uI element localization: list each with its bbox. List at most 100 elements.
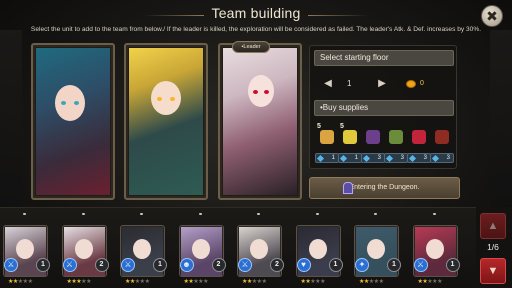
star-empty-icon: ★ — [203, 279, 208, 285]
sword-icon: ⚔ — [4, 258, 18, 272]
supply-price: 3 — [361, 153, 385, 163]
unit-level-badge: 2 — [94, 258, 109, 272]
supply-item-herb[interactable] — [386, 125, 404, 147]
sword-icon: ⚔ — [121, 258, 135, 272]
unit-level-badge: 2 — [270, 258, 284, 272]
page-title: Team building — [211, 5, 301, 21]
unit-face — [16, 239, 34, 259]
gem-icon — [316, 154, 325, 162]
floor-prev-arrow[interactable]: ◀ — [322, 78, 334, 92]
character-art — [129, 48, 203, 195]
bread-icon — [320, 130, 334, 144]
supply-price-value: 3 — [423, 155, 427, 161]
supply-price-value: 1 — [331, 155, 335, 161]
corn-icon — [343, 130, 357, 144]
team-slot-leader[interactable] — [218, 43, 302, 200]
floor-cost: 0 — [420, 80, 424, 87]
unit-star-rating: ★★★★★ — [359, 278, 384, 285]
supply-price-value: 1 — [354, 155, 358, 161]
gem-icon — [385, 154, 394, 162]
page-indicator: 1/6 — [487, 242, 499, 252]
unit-star-rating: ★★★★★ — [125, 278, 150, 285]
character-eye — [74, 101, 79, 105]
supply-item-corn[interactable]: 5 — [340, 123, 358, 147]
floor-selector: ◀ 1 ▶ 0 — [314, 76, 454, 94]
unit-face — [74, 239, 93, 259]
star-empty-icon: ★ — [27, 279, 33, 285]
page-down-button[interactable]: ▼ — [480, 258, 506, 284]
enter-dungeon-button[interactable]: Entering the Dungeon. — [309, 177, 460, 199]
coin-icon — [406, 80, 416, 88]
meat-icon — [435, 130, 449, 144]
close-button[interactable]: ✖ — [481, 5, 503, 27]
supply-item-grapes[interactable] — [363, 125, 381, 147]
unit-level-badge: 1 — [36, 258, 50, 272]
unit-face — [425, 239, 444, 259]
star-empty-icon: ★ — [320, 279, 325, 285]
character-eye — [157, 97, 162, 101]
star-empty-icon: ★ — [261, 279, 267, 285]
character-eye — [61, 101, 66, 105]
gem-icon — [362, 154, 371, 162]
potion-icon — [412, 130, 426, 144]
sword-icon: ⚔ — [62, 258, 77, 272]
team-slot-2[interactable] — [124, 43, 208, 200]
character-art — [36, 48, 110, 195]
unit-star-rating: ★★★★★ — [67, 278, 92, 285]
character-eye — [253, 90, 258, 94]
unit-marker — [81, 213, 85, 215]
supply-item-bread[interactable]: 5 — [317, 123, 335, 147]
unit-face — [308, 239, 327, 259]
unit-face — [250, 239, 268, 259]
heart-icon: ♥ — [296, 258, 311, 272]
gem-icon — [339, 154, 348, 162]
star-empty-icon: ★ — [86, 279, 91, 285]
unit-star-rating: ★★★★★ — [301, 278, 326, 285]
floor-value: 1 — [347, 79, 352, 88]
page-up-button[interactable]: ▲ — [480, 213, 506, 239]
floor-next-arrow[interactable]: ▶ — [376, 78, 388, 92]
team-slot-1[interactable] — [31, 43, 115, 200]
unit-face — [367, 239, 385, 259]
gem-icon — [408, 154, 417, 162]
supply-item-potion[interactable] — [409, 125, 427, 147]
supply-price: 1 — [315, 153, 339, 163]
unit-star-rating: ★★★★★ — [184, 278, 209, 285]
character-face — [55, 85, 85, 121]
left-shelf-decoration — [0, 30, 22, 205]
supply-price-value: 3 — [400, 155, 404, 161]
unit-star-rating: ★★★★★ — [8, 278, 33, 285]
mask-icon: ☻ — [179, 258, 194, 272]
unit-marker — [257, 213, 260, 215]
unit-face — [133, 239, 151, 259]
unit-marker — [432, 213, 436, 215]
character-face — [248, 75, 274, 107]
title-bar: Team building — [144, 5, 368, 27]
unit-level-badge: 1 — [387, 258, 401, 272]
unit-star-rating: ★★★★★ — [242, 278, 267, 285]
sword-icon: ⚔ — [413, 258, 428, 272]
supply-price-value: 3 — [446, 155, 450, 161]
title-ornament-left — [144, 15, 204, 16]
unit-marker — [315, 213, 319, 215]
star-empty-icon: ★ — [144, 279, 150, 285]
character-eye — [264, 90, 269, 94]
unit-level-badge: 1 — [328, 258, 343, 272]
supplies-section-header: •Buy supplies — [314, 100, 454, 116]
floor-section-header: Select starting floor — [314, 50, 454, 66]
character-eye — [170, 97, 175, 101]
supply-price: 3 — [430, 153, 454, 163]
herb-icon — [389, 130, 403, 144]
star-empty-icon: ★ — [437, 279, 442, 285]
supply-count: 5 — [340, 123, 344, 130]
character-art — [223, 48, 297, 195]
unit-marker — [374, 213, 377, 215]
leader-tag: •Leader — [232, 41, 270, 53]
gun-icon: ✦ — [355, 258, 369, 272]
instructions-text: Select the unit to add to the team from … — [30, 26, 482, 33]
unit-marker — [140, 213, 143, 215]
supply-item-meat[interactable] — [432, 125, 450, 147]
supply-price: 3 — [384, 153, 408, 163]
unit-marker — [23, 213, 26, 215]
dungeon-door-icon — [343, 182, 353, 194]
